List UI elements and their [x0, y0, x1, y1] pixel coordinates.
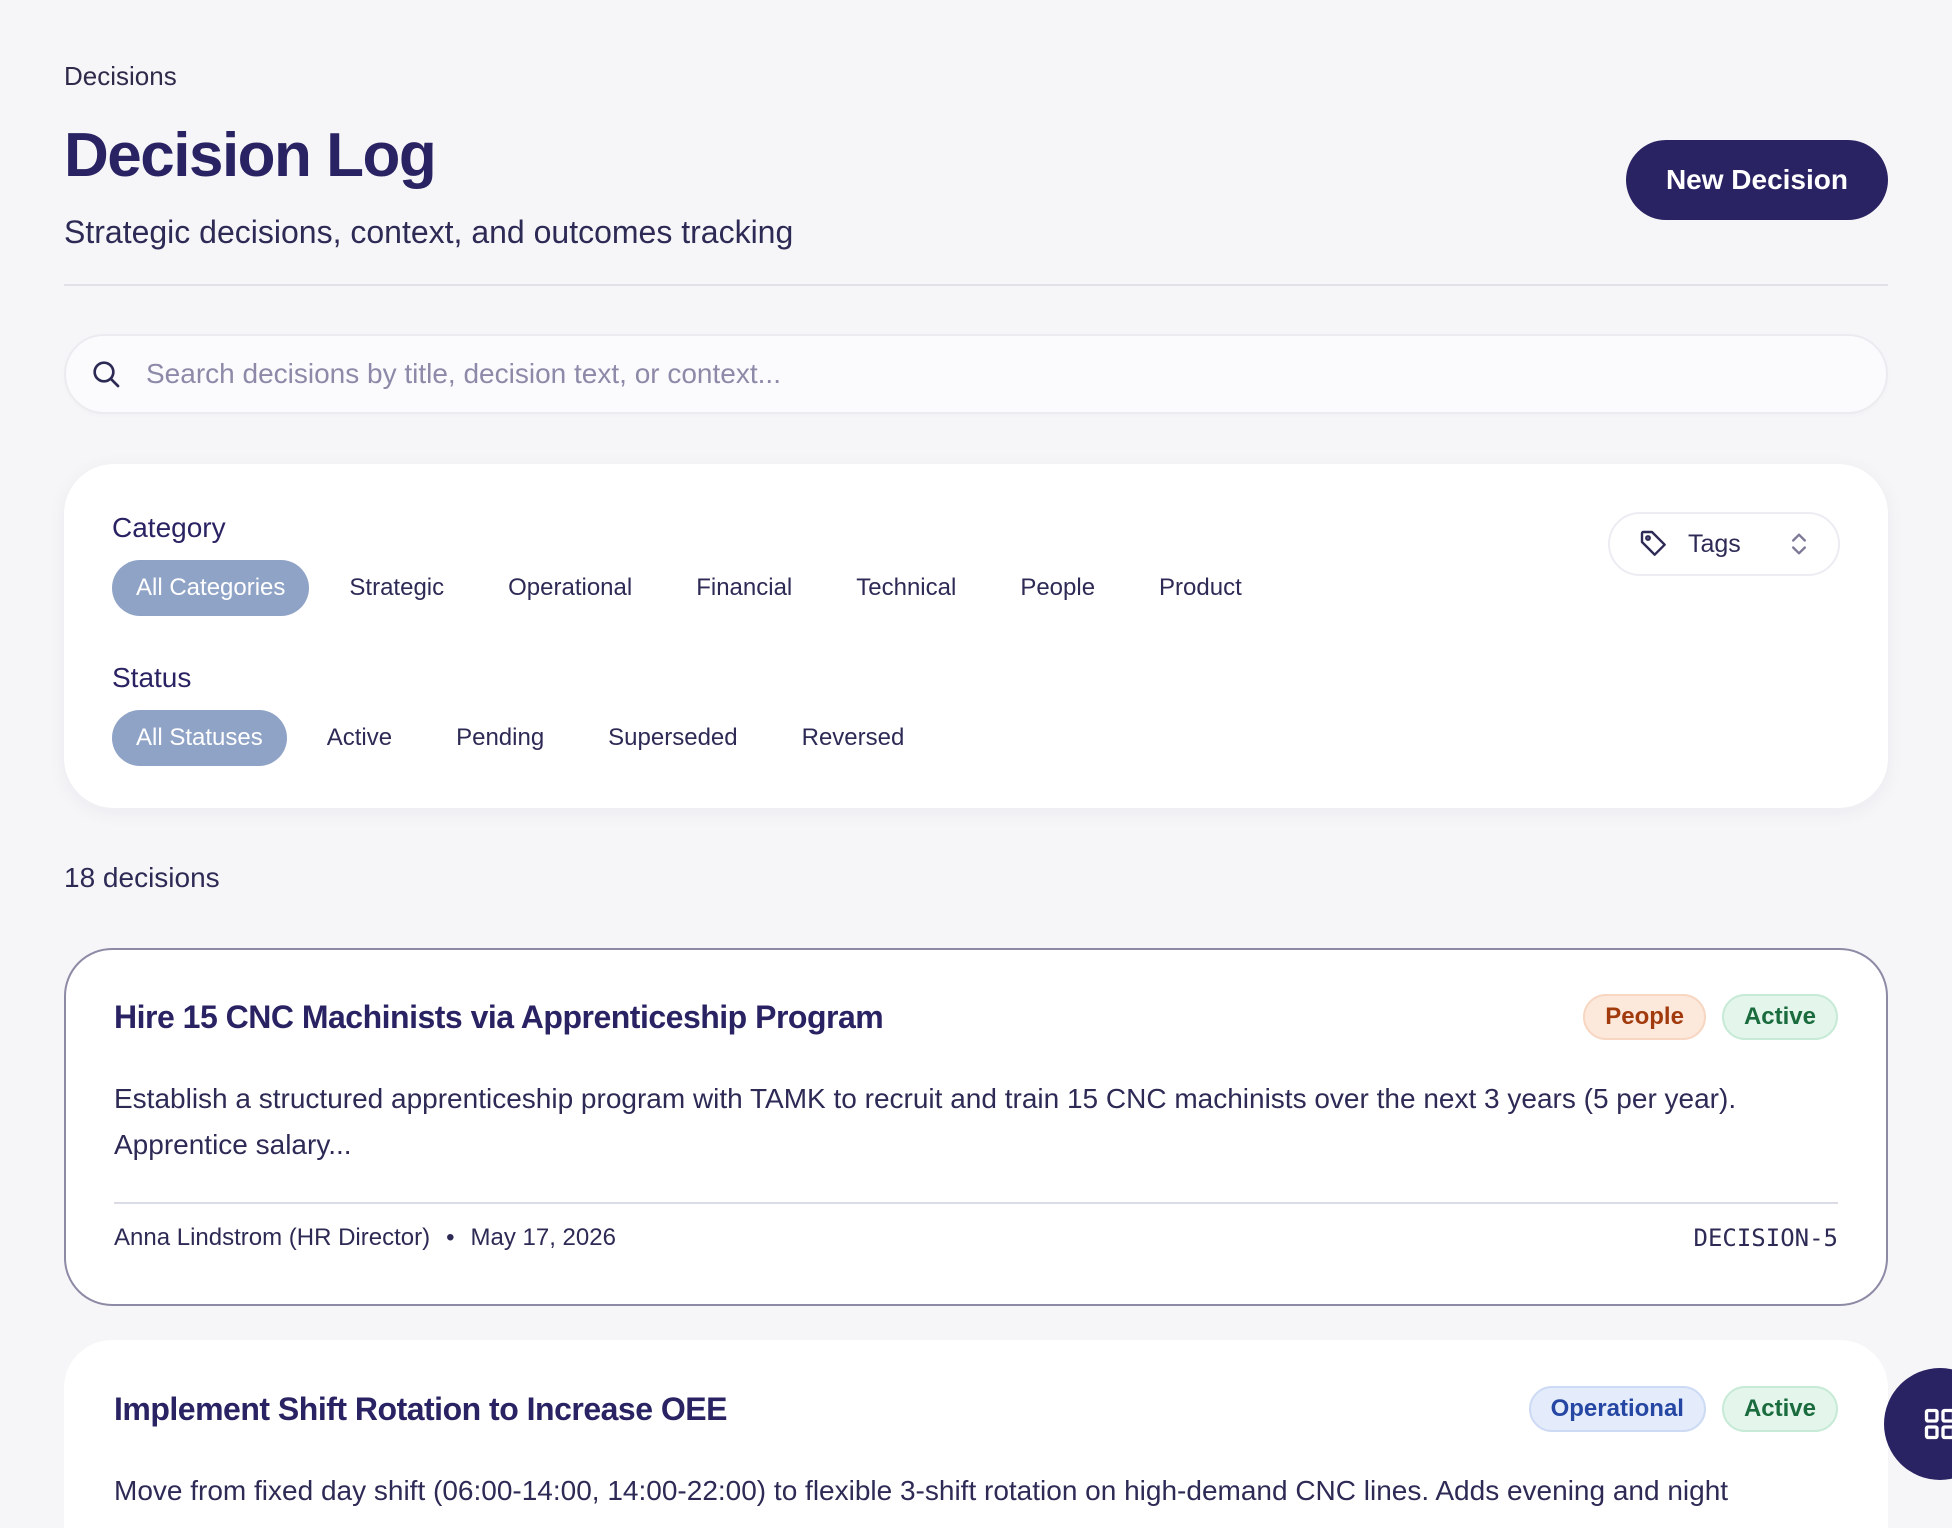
tag-icon	[1640, 530, 1666, 556]
category-badge: People	[1583, 994, 1706, 1040]
search-bar[interactable]	[64, 334, 1888, 414]
category-chip-people[interactable]: People	[996, 560, 1119, 616]
status-badge: Active	[1721, 994, 1838, 1040]
decision-title[interactable]: Hire 15 CNC Machinists via Apprenticeshi…	[114, 999, 884, 1036]
separator-dot: •	[446, 1224, 455, 1251]
decision-card[interactable]: Implement Shift Rotation to Increase OEE…	[64, 1340, 1888, 1528]
breadcrumb[interactable]: Decisions	[64, 56, 1888, 96]
status-chip-pending[interactable]: Pending	[432, 710, 568, 766]
decision-date: May 17, 2026	[470, 1224, 616, 1251]
chevron-up-down-icon	[1792, 533, 1807, 555]
decision-owner: Anna Lindstrom (HR Director)	[114, 1224, 431, 1251]
apps-fab-button[interactable]	[1884, 1368, 1952, 1480]
page-subtitle: Strategic decisions, context, and outcom…	[64, 214, 794, 250]
status-label: Status	[112, 662, 192, 693]
status-chip-active[interactable]: Active	[303, 710, 416, 766]
category-badge: Operational	[1528, 1386, 1706, 1432]
tags-select[interactable]: Tags	[1608, 512, 1840, 576]
status-chip-superseded[interactable]: Superseded	[584, 710, 761, 766]
decision-count: 18 decisions	[64, 862, 220, 893]
status-chip-all[interactable]: All Statuses	[112, 710, 287, 766]
decision-log-page: Decisions Decision Log Strategic decisio…	[0, 0, 1952, 1528]
decision-id: DECISION-5	[1693, 1224, 1839, 1252]
category-chip-financial[interactable]: Financial	[672, 560, 816, 616]
category-chip-strategic[interactable]: Strategic	[325, 560, 468, 616]
decision-description: Establish a structured apprenticeship pr…	[114, 1083, 1737, 1160]
category-chip-technical[interactable]: Technical	[832, 560, 980, 616]
decision-description: Move from fixed day shift (06:00-14:00, …	[114, 1475, 1729, 1506]
category-chip-product[interactable]: Product	[1135, 560, 1266, 616]
category-label: Category	[112, 512, 226, 543]
category-chip-all[interactable]: All Categories	[112, 560, 310, 616]
page-title: Decision Log	[64, 121, 437, 190]
page-header: Decision Log Strategic decisions, contex…	[64, 120, 1888, 286]
decision-title[interactable]: Implement Shift Rotation to Increase OEE	[114, 1391, 727, 1428]
decision-card[interactable]: Hire 15 CNC Machinists via Apprenticeshi…	[64, 948, 1888, 1306]
filters-panel: Category All Categories Strategic Operat…	[64, 464, 1888, 808]
tags-label: Tags	[1688, 529, 1741, 558]
search-icon	[93, 361, 120, 388]
category-chips: All Categories Strategic Operational Fin…	[112, 560, 1840, 616]
grid-icon	[1924, 1408, 1952, 1440]
status-badge: Active	[1721, 1386, 1838, 1432]
new-decision-button[interactable]: New Decision	[1625, 140, 1888, 220]
category-chip-operational[interactable]: Operational	[484, 560, 656, 616]
status-chip-reversed[interactable]: Reversed	[778, 710, 929, 766]
search-input[interactable]	[146, 358, 1862, 390]
status-chips: All Statuses Active Pending Superseded R…	[112, 710, 1840, 766]
